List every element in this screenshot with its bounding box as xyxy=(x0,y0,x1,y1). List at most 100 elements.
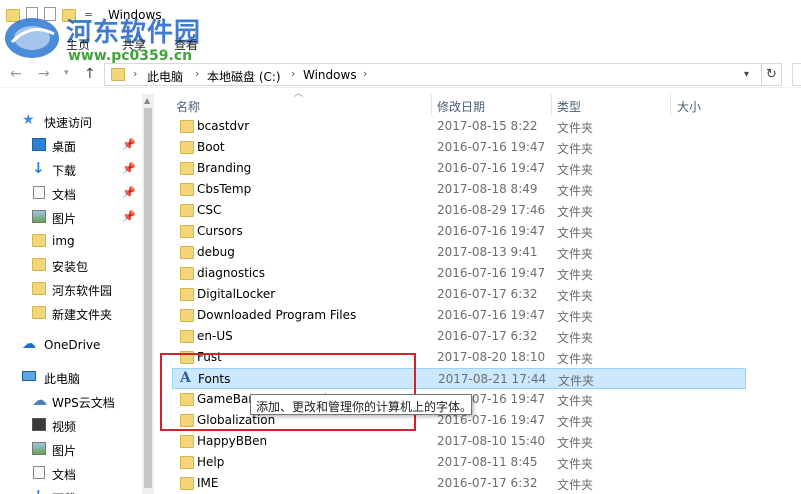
file-type: 文件夹 xyxy=(557,352,594,366)
up-arrow-icon[interactable]: ↑ xyxy=(84,66,96,82)
nav-this-pc[interactable]: 此电脑 xyxy=(0,366,142,388)
table-row[interactable]: IME 2016-07-17 6:32 文件夹 xyxy=(172,473,746,494)
table-row[interactable]: Boot 2016-07-16 19:47 文件夹 xyxy=(172,137,746,158)
table-row[interactable]: Downloaded Program Files 2016-07-16 19:47… xyxy=(172,305,746,326)
file-type: 文件夹 xyxy=(557,247,594,261)
file-type: 文件夹 xyxy=(557,289,594,303)
nav-label: 快速访问 xyxy=(44,116,93,130)
file-name: debug xyxy=(197,245,235,259)
nav-onedrive[interactable]: ☁ OneDrive xyxy=(0,334,142,356)
scroll-up-icon[interactable]: ▲ xyxy=(144,96,150,105)
address-separator-icon[interactable]: › xyxy=(133,67,137,80)
table-row[interactable]: diagnostics 2016-07-16 19:47 文件夹 xyxy=(172,263,746,284)
folder-icon xyxy=(32,306,46,319)
file-date: 2017-08-13 9:41 xyxy=(437,245,538,259)
cloud-icon: ☁ xyxy=(32,391,47,409)
nav-item-pc-pictures[interactable]: 图片 xyxy=(0,438,142,460)
column-size[interactable]: 大小 xyxy=(677,98,701,115)
folder-icon xyxy=(180,288,194,301)
table-row[interactable]: CSC 2016-08-29 17:46 文件夹 xyxy=(172,200,746,221)
crumb-local-disk[interactable]: 本地磁盘 (C:) xyxy=(207,68,281,85)
column-divider[interactable] xyxy=(431,94,432,116)
table-row[interactable]: DigitalLocker 2016-07-17 6:32 文件夹 xyxy=(172,284,746,305)
table-row[interactable]: Help 2017-08-11 8:45 文件夹 xyxy=(172,452,746,473)
folder-icon xyxy=(180,330,194,343)
column-header: 名称 修改日期 类型 大小 xyxy=(156,94,801,116)
nav-item-installers[interactable]: 安装包 xyxy=(0,254,142,276)
nav-label: 此电脑 xyxy=(44,372,81,386)
table-row[interactable]: bcastdvr 2017-08-15 8:22 文件夹 xyxy=(172,116,746,137)
nav-item-videos[interactable]: 视频 xyxy=(0,414,142,436)
pin-icon[interactable]: 📌 xyxy=(122,210,136,223)
file-date: 2017-08-11 8:45 xyxy=(437,455,538,469)
column-divider[interactable] xyxy=(551,94,552,116)
back-arrow-icon[interactable]: ← xyxy=(10,66,22,82)
table-row[interactable]: Branding 2016-07-16 19:47 文件夹 xyxy=(172,158,746,179)
file-name: IME xyxy=(197,476,219,490)
nav-item-downloads[interactable]: ↓ 下载 📌 xyxy=(0,158,142,180)
nav-item-img[interactable]: img xyxy=(0,230,142,252)
nav-item-hedong[interactable]: 河东软件园 xyxy=(0,278,142,300)
address-separator-icon[interactable]: › xyxy=(291,67,295,80)
nav-scrollbar[interactable]: ▲ xyxy=(142,94,154,494)
folder-icon xyxy=(180,162,194,175)
column-type[interactable]: 类型 xyxy=(557,98,581,115)
nav-item-documents[interactable]: 文档 📌 xyxy=(0,182,142,204)
desktop-icon xyxy=(32,138,46,151)
column-divider[interactable] xyxy=(670,94,671,116)
table-row[interactable]: debug 2017-08-13 9:41 文件夹 xyxy=(172,242,746,263)
tab-share[interactable]: 共享 xyxy=(122,36,146,53)
file-name: Boot xyxy=(197,140,225,154)
refresh-button[interactable]: ↻ xyxy=(762,63,782,86)
table-row[interactable]: HappyBBen 2017-08-10 15:40 文件夹 xyxy=(172,431,746,452)
address-separator-icon[interactable]: › xyxy=(195,67,199,80)
table-row[interactable]: Cursors 2016-07-16 19:47 文件夹 xyxy=(172,221,746,242)
file-type: 文件夹 xyxy=(557,310,594,324)
file-type: 文件夹 xyxy=(557,457,594,471)
document-icon xyxy=(33,466,45,479)
pin-icon[interactable]: 📌 xyxy=(122,186,136,199)
file-name: DigitalLocker xyxy=(197,287,276,301)
file-name: Help xyxy=(197,455,225,469)
forward-arrow-icon[interactable]: → xyxy=(38,66,50,82)
file-name: CbsTemp xyxy=(197,182,252,196)
nav-label: 桌面 xyxy=(52,140,77,154)
pin-icon[interactable]: 📌 xyxy=(122,138,136,151)
navigation-pane: ★ 快速访问 桌面 📌 ↓ 下载 📌 文档 📌 图片 📌 img 安装包 河东软… xyxy=(0,94,142,494)
nav-item-new-folder[interactable]: 新建文件夹 xyxy=(0,302,142,324)
folder-icon xyxy=(32,282,46,295)
file-type: 文件夹 xyxy=(557,121,594,135)
folder-icon xyxy=(180,477,194,490)
address-folder-icon xyxy=(111,68,125,81)
file-date: 2016-07-17 6:32 xyxy=(437,329,538,343)
table-row[interactable]: en-US 2016-07-17 6:32 文件夹 xyxy=(172,326,746,347)
address-dropdown-icon[interactable]: ▾ xyxy=(744,69,749,80)
nav-item-pc-documents[interactable]: 文档 xyxy=(0,462,142,484)
nav-quick-access[interactable]: ★ 快速访问 xyxy=(0,110,142,132)
file-date: 2016-07-17 6:32 xyxy=(437,476,538,490)
tab-view[interactable]: 查看 xyxy=(174,36,198,53)
search-input[interactable] xyxy=(792,63,801,86)
nav-label: 文档 xyxy=(52,468,77,482)
nav-item-pictures[interactable]: 图片 📌 xyxy=(0,206,142,228)
column-date[interactable]: 修改日期 xyxy=(437,98,485,115)
scrollbar-thumb[interactable] xyxy=(144,108,152,488)
crumb-windows[interactable]: Windows xyxy=(303,68,357,82)
address-row: ← → ▾ ↑ › 此电脑 › 本地磁盘 (C:) › Windows › ▾ … xyxy=(0,60,801,88)
crumb-this-pc[interactable]: 此电脑 xyxy=(147,68,183,85)
nav-item-wps-cloud[interactable]: ☁ WPS云文档 xyxy=(0,390,142,412)
table-row[interactable]: CbsTemp 2017-08-18 8:49 文件夹 xyxy=(172,179,746,200)
pin-icon[interactable]: 📌 xyxy=(122,162,136,175)
file-date: 2016-07-16 19:47 xyxy=(437,224,546,238)
file-name: Cursors xyxy=(197,224,243,238)
column-name[interactable]: 名称 xyxy=(176,98,200,115)
file-type: 文件夹 xyxy=(557,205,594,219)
nav-item-pc-downloads[interactable]: ↓ 下载 xyxy=(0,486,142,494)
address-bar[interactable]: › 此电脑 › 本地磁盘 (C:) › Windows › xyxy=(104,63,762,86)
recent-locations-icon[interactable]: ▾ xyxy=(64,68,69,78)
nav-item-desktop[interactable]: 桌面 📌 xyxy=(0,134,142,156)
tab-home[interactable]: 主页 xyxy=(66,36,90,53)
ribbon-tabs: 主页 共享 查看 xyxy=(0,30,801,58)
folder-icon xyxy=(180,120,194,133)
address-separator-icon[interactable]: › xyxy=(363,67,367,80)
